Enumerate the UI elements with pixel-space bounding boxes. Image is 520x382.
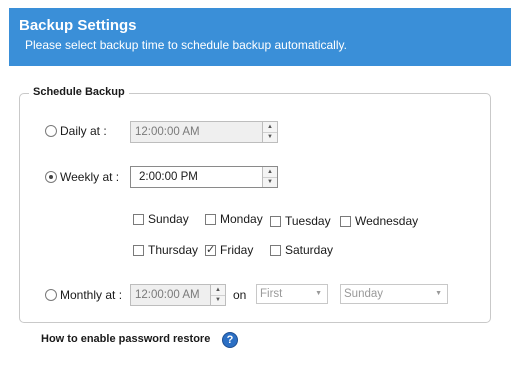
monthly-label: Monthly at :	[60, 288, 123, 302]
header-banner: Backup Settings Please select backup tim…	[9, 8, 511, 66]
daily-time-spin-buttons[interactable]: ▲ ▼	[262, 122, 277, 142]
day-checkbox-tuesday[interactable]: Tuesday	[270, 214, 331, 228]
day-checkbox-sunday[interactable]: Sunday	[133, 212, 189, 226]
checkbox-icon[interactable]	[205, 213, 216, 225]
daily-radio[interactable]	[45, 125, 57, 137]
spin-down-icon[interactable]: ▼	[211, 294, 225, 305]
monthly-weekday-value: Sunday	[344, 288, 384, 300]
checkbox-checked-icon[interactable]	[205, 243, 216, 256]
checkbox-icon[interactable]	[133, 213, 144, 225]
daily-radio-option[interactable]: Daily at :	[45, 124, 107, 138]
daily-time-value: 12:00:00 AM	[135, 126, 200, 138]
day-label: Thursday	[148, 243, 199, 257]
checkbox-icon[interactable]	[270, 215, 281, 227]
spin-up-icon[interactable]: ▲	[263, 122, 277, 132]
spin-up-icon[interactable]: ▲	[211, 285, 225, 295]
spin-down-icon[interactable]: ▼	[263, 131, 277, 142]
day-label: Wednesday	[355, 214, 419, 228]
day-checkbox-saturday[interactable]: Saturday	[270, 243, 333, 257]
weekly-radio-option[interactable]: Weekly at :	[45, 170, 119, 184]
monthly-time-spinner[interactable]: 12:00:00 AM ▲ ▼	[130, 284, 226, 306]
weekly-radio[interactable]	[45, 171, 57, 183]
daily-label: Daily at :	[60, 124, 107, 138]
spin-up-icon[interactable]: ▲	[263, 167, 277, 177]
day-checkbox-friday[interactable]: Friday	[205, 243, 253, 257]
day-label: Saturday	[285, 243, 334, 257]
help-icon[interactable]: ?	[222, 332, 238, 348]
day-label: Monday	[220, 212, 263, 226]
weekly-time-value: 2:00:00 PM	[139, 171, 198, 183]
weekly-label: Weekly at :	[60, 170, 120, 184]
weekly-time-spinner[interactable]: 2:00:00 PM ▲ ▼	[130, 166, 278, 188]
monthly-time-spin-buttons[interactable]: ▲ ▼	[210, 285, 225, 305]
schedule-backup-legend: Schedule Backup	[29, 86, 129, 98]
checkbox-icon[interactable]	[270, 244, 281, 256]
day-label: Sunday	[148, 212, 189, 226]
day-checkbox-thursday[interactable]: Thursday	[133, 243, 198, 257]
daily-time-spinner[interactable]: 12:00:00 AM ▲ ▼	[130, 121, 278, 143]
checkbox-icon[interactable]	[133, 244, 144, 256]
password-restore-help-link[interactable]: How to enable password restore	[41, 333, 210, 345]
monthly-radio-option[interactable]: Monthly at :	[45, 288, 122, 302]
monthly-time-value: 12:00:00 AM	[135, 289, 200, 301]
monthly-on-label: on	[233, 288, 247, 302]
day-checkbox-wednesday[interactable]: Wednesday	[340, 214, 418, 228]
monthly-occurrence-dropdown[interactable]: First ▼	[256, 284, 328, 304]
day-label: Friday	[220, 243, 254, 257]
page-title: Backup Settings	[19, 17, 137, 34]
day-checkbox-monday[interactable]: Monday	[205, 212, 263, 226]
spin-down-icon[interactable]: ▼	[263, 176, 277, 187]
checkbox-icon[interactable]	[340, 215, 351, 227]
weekly-time-spin-buttons[interactable]: ▲ ▼	[262, 167, 277, 187]
day-label: Tuesday	[285, 214, 331, 228]
chevron-down-icon[interactable]: ▼	[315, 290, 322, 297]
monthly-weekday-dropdown[interactable]: Sunday ▼	[340, 284, 448, 304]
monthly-occurrence-value: First	[260, 288, 283, 300]
chevron-down-icon[interactable]: ▼	[435, 290, 442, 297]
monthly-radio[interactable]	[45, 289, 57, 301]
page-subtitle: Please select backup time to schedule ba…	[25, 38, 347, 52]
